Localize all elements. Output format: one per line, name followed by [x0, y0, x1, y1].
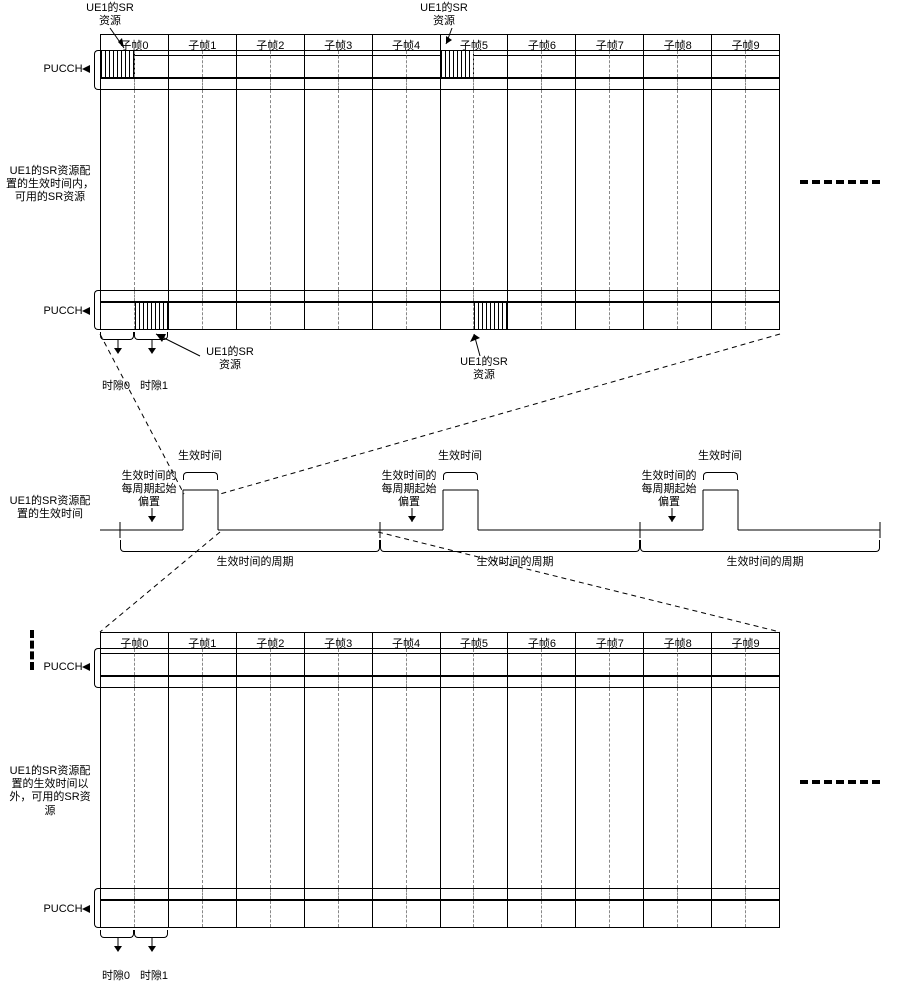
label-pucch-top-lower: PUCCH: [38, 305, 88, 318]
arrow-slotlabel-bottom: [112, 938, 124, 952]
label-offset-3: 生效时间的每周期起始偏置: [638, 470, 700, 510]
label-slot0-bottom: 时隙0: [96, 970, 136, 983]
top-pucch-lower-row1: [100, 290, 780, 302]
label-eff-3: 生效时间: [690, 450, 750, 463]
label-pucch-bottom-lower: PUCCH: [38, 903, 88, 916]
bottom-grid-body: [100, 688, 780, 888]
label-eff-2: 生效时间: [430, 450, 490, 463]
bottom-pucch-lower-row1: [100, 888, 780, 900]
label-timeline-desc: UE1的SR资源配置的生效时间: [6, 495, 94, 521]
bracket-pucch-top-lower: [94, 290, 100, 330]
continuation-top-right: [800, 180, 880, 184]
bracket-pucch-top-upper: [94, 50, 100, 90]
label-pucch-top-upper: PUCCH: [38, 63, 88, 76]
bracket-pucch-bottom-upper: [94, 648, 100, 688]
label-ue1-sr-top-left: UE1的SR 资源: [80, 2, 140, 28]
continuation-bottom-left: [30, 630, 34, 670]
top-pucch-upper: [100, 50, 780, 78]
bottom-pucch-lower: [100, 900, 780, 928]
label-eff-1: 生效时间: [170, 450, 230, 463]
top-grid-body: [100, 90, 780, 290]
arrow-offset-2: [412, 508, 438, 526]
projection-bottom: [100, 532, 900, 642]
bracket-pucch-bottom-lower: [94, 888, 100, 928]
arrow-offset-3: [672, 508, 698, 526]
label-slot1-bottom: 时隙1: [134, 970, 174, 983]
continuation-bottom-right: [800, 780, 880, 784]
arrow-offset-1: [152, 508, 178, 526]
bottom-pucch-upper-row2: [100, 676, 780, 688]
label-offset-1: 生效时间的每周期起始偏置: [118, 470, 180, 510]
arrow-slotlabel-bottom2: [146, 938, 158, 952]
top-pucch-upper-row2: [100, 78, 780, 90]
bracket-slot1-bottom: [134, 930, 168, 938]
bracket-slot0-bottom: [100, 930, 134, 938]
label-bottom-desc: UE1的SR资源配置的生效时间以外，可用的SR资源: [6, 765, 94, 818]
label-pucch-bottom-upper: PUCCH: [38, 661, 88, 674]
top-pucch-lower: [100, 302, 780, 330]
bracket-eff-1: [183, 472, 218, 480]
diagram-root: UE1的SR 资源 UE1的SR 资源 子帧0 子帧1 子帧2 子帧3 子帧4 …: [0, 0, 916, 1000]
bottom-pucch-upper: [100, 648, 780, 676]
label-offset-2: 生效时间的每周期起始偏置: [378, 470, 440, 510]
bracket-eff-2: [443, 472, 478, 480]
label-top-desc: UE1的SR资源配置的生效时间内，可用的SR资源: [6, 165, 94, 205]
label-ue1-sr-top-mid: UE1的SR 资源: [414, 2, 474, 28]
bracket-eff-3: [703, 472, 738, 480]
